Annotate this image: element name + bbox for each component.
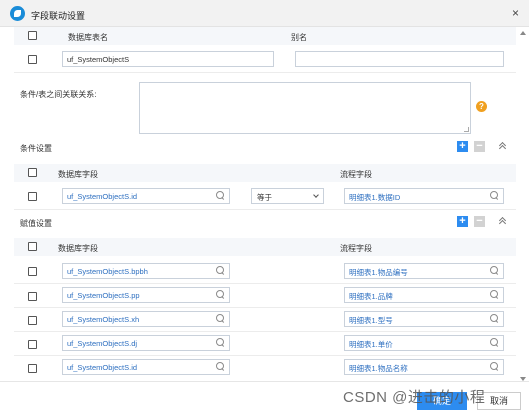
search-icon[interactable] [216, 338, 225, 347]
search-icon[interactable] [490, 314, 499, 323]
close-icon[interactable]: × [512, 6, 519, 20]
assignment-flow-field-input[interactable]: 明细表1.物品编号 [344, 263, 504, 279]
assignment-row-checkbox[interactable] [28, 267, 37, 276]
condition-operator-select[interactable]: 等于 [251, 188, 324, 204]
search-icon[interactable] [490, 362, 499, 371]
alias-header: 别名 [291, 33, 307, 42]
condition-db-field-header: 数据库字段 [58, 170, 98, 179]
assignment-db-field-input[interactable]: uf_SystemObjectS.pp [62, 287, 230, 303]
assignment-flow-field-value: 明细表1.物品编号 [349, 268, 408, 277]
table-row-checkbox[interactable] [28, 55, 37, 64]
search-icon[interactable] [490, 338, 499, 347]
assignment-db-field-input[interactable]: uf_SystemObjectS.xh [62, 311, 230, 327]
collapse-condition-icon[interactable] [498, 142, 506, 150]
alias-input[interactable] [295, 51, 504, 67]
condition-settings-title: 条件设置 [20, 144, 52, 153]
dialog-title: 字段联动设置 [31, 11, 86, 21]
condition-relation-textarea[interactable] [139, 82, 471, 134]
divider [14, 283, 516, 284]
condition-db-field-value: uf_SystemObjectS.id [67, 192, 138, 201]
vertical-scrollbar[interactable] [520, 31, 526, 381]
search-icon[interactable] [490, 191, 499, 200]
condition-flow-field-value: 明细表1.数据ID [349, 193, 401, 202]
assignment-flow-field-value: 明细表1.品牌 [349, 292, 393, 301]
select-all-conditions-checkbox[interactable] [28, 168, 37, 177]
chevron-down-icon [313, 192, 319, 198]
assignment-db-field-value: uf_SystemObjectS.xh [67, 315, 140, 324]
assignment-row-checkbox[interactable] [28, 316, 37, 325]
search-icon[interactable] [490, 290, 499, 299]
divider [14, 307, 516, 308]
divider [14, 209, 516, 210]
assignment-db-field-value: uf_SystemObjectS.bpbh [67, 267, 148, 276]
select-all-assignments-checkbox[interactable] [28, 242, 37, 251]
table-name-input[interactable]: uf_SystemObjectS [62, 51, 274, 67]
assignment-db-field-input[interactable]: uf_SystemObjectS.id [62, 359, 230, 375]
dialog-titlebar: 字段联动设置 × [0, 0, 529, 27]
add-condition-button[interactable]: + [457, 141, 468, 152]
dialog-content: 数据库表名 别名 uf_SystemObjectS 条件/表之间关联关系: ? … [14, 27, 516, 381]
collapse-assignment-icon[interactable] [498, 217, 506, 225]
divider [14, 72, 516, 73]
search-icon[interactable] [216, 266, 225, 275]
assignment-db-field-value: uf_SystemObjectS.id [67, 363, 138, 372]
assignment-db-field-value: uf_SystemObjectS.dj [67, 339, 138, 348]
condition-db-field-input[interactable]: uf_SystemObjectS.id [62, 188, 230, 204]
search-icon[interactable] [216, 290, 225, 299]
assignment-db-field-header: 数据库字段 [58, 244, 98, 253]
assignment-row-checkbox[interactable] [28, 340, 37, 349]
assignment-settings-title: 赋值设置 [20, 219, 52, 228]
resize-grip-icon[interactable] [464, 127, 469, 132]
search-icon[interactable] [216, 362, 225, 371]
assignment-flow-field-input[interactable]: 明细表1.物品名称 [344, 359, 504, 375]
assignment-db-field-input[interactable]: uf_SystemObjectS.bpbh [62, 263, 230, 279]
condition-row-checkbox[interactable] [28, 192, 37, 201]
condition-flow-field-input[interactable]: 明细表1.数据ID [344, 188, 504, 204]
assignment-db-field-input[interactable]: uf_SystemObjectS.dj [62, 335, 230, 351]
condition-flow-field-header: 流程字段 [340, 170, 372, 179]
condition-operator-value: 等于 [257, 193, 272, 202]
search-icon[interactable] [216, 314, 225, 323]
assignment-db-field-value: uf_SystemObjectS.pp [67, 291, 140, 300]
add-assignment-button[interactable]: + [457, 216, 468, 227]
search-icon[interactable] [216, 191, 225, 200]
assignment-flow-field-input[interactable]: 明细表1.单价 [344, 335, 504, 351]
select-all-tables-checkbox[interactable] [28, 31, 37, 40]
watermark-text: CSDN @进击的小程 [343, 389, 486, 406]
assignment-row-checkbox[interactable] [28, 364, 37, 373]
assignment-flow-field-value: 明细表1.单价 [349, 340, 393, 349]
app-logo-icon [10, 6, 25, 21]
help-icon[interactable]: ? [476, 101, 487, 112]
assignment-flow-field-value: 明细表1.型号 [349, 316, 393, 325]
remove-condition-button[interactable]: − [474, 141, 485, 152]
divider [14, 355, 516, 356]
assignment-flow-field-input[interactable]: 明细表1.型号 [344, 311, 504, 327]
assignment-flow-field-header: 流程字段 [340, 244, 372, 253]
condition-relation-label: 条件/表之间关联关系: [20, 90, 97, 99]
search-icon[interactable] [490, 266, 499, 275]
assignment-flow-field-input[interactable]: 明细表1.品牌 [344, 287, 504, 303]
assignment-flow-field-value: 明细表1.物品名称 [349, 364, 408, 373]
db-table-name-header: 数据库表名 [68, 33, 108, 42]
assignment-row-checkbox[interactable] [28, 292, 37, 301]
divider [14, 331, 516, 332]
remove-assignment-button[interactable]: − [474, 216, 485, 227]
